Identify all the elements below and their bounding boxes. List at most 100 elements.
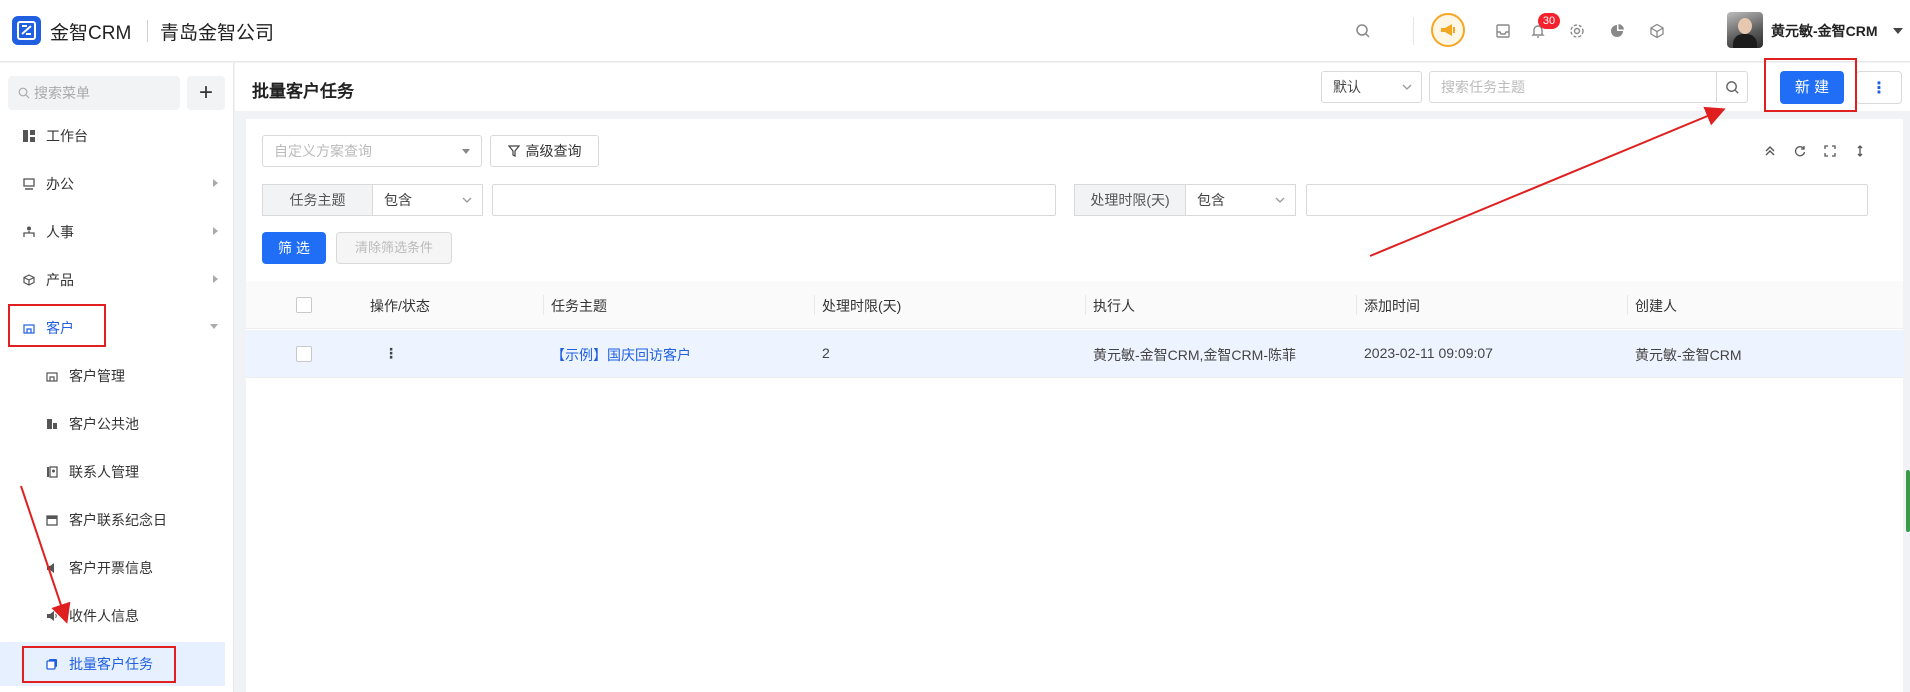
table-row[interactable]: ⋮ 【示例】国庆回访客户 2 黄元敏-金智CRM,金智CRM-陈菲 2023-0… <box>246 330 1903 378</box>
calendar-icon <box>45 513 59 527</box>
chevron-down-icon <box>1402 84 1412 90</box>
top-bar: 金智CRM 青岛金智公司 30 黄元敏-金智CRM <box>0 0 1910 62</box>
row-height-icon[interactable] <box>1852 143 1868 159</box>
task-search-input[interactable]: 搜索任务主题 <box>1429 71 1717 103</box>
sidebar-subitem-contacts[interactable]: 联系人管理 <box>0 450 225 494</box>
filter-icon <box>507 145 520 157</box>
column-divider <box>814 295 815 315</box>
sidebar-item-label: 客户管理 <box>69 368 125 384</box>
table-header: 操作/状态 任务主题 处理时限(天) 执行人 添加时间 创建人 <box>246 281 1903 329</box>
added-time-cell: 2023-02-11 09:09:07 <box>1364 345 1493 361</box>
sidebar-item-hr[interactable]: 人事 <box>0 210 225 254</box>
invoice-icon <box>45 561 59 575</box>
speaker-icon <box>45 609 59 623</box>
chevron-down-icon[interactable] <box>1892 24 1904 40</box>
avatar[interactable] <box>1727 12 1763 48</box>
column-divider <box>1356 295 1357 315</box>
advanced-query-button[interactable]: 高级查询 <box>490 135 599 167</box>
chevron-down-icon <box>462 197 472 203</box>
search-button[interactable] <box>1716 71 1748 103</box>
column-header[interactable]: 创建人 <box>1635 296 1677 316</box>
megaphone-icon[interactable] <box>1431 13 1465 47</box>
filter-button[interactable]: 筛 选 <box>262 232 326 264</box>
filter-op-deadline[interactable]: 包含 <box>1185 184 1296 216</box>
chevron-right-icon <box>213 179 218 187</box>
task-stack-icon <box>45 657 59 671</box>
sidebar-item-workbench[interactable]: 工作台 <box>0 114 225 158</box>
view-select[interactable]: 默认 <box>1321 71 1422 103</box>
pie-chart-icon[interactable] <box>1606 20 1628 42</box>
column-header[interactable]: 执行人 <box>1093 296 1135 316</box>
refresh-icon[interactable] <box>1792 143 1808 159</box>
column-divider <box>1085 295 1086 315</box>
filter-op-value: 包含 <box>1197 192 1225 208</box>
chevron-down-icon <box>1275 197 1285 203</box>
filter-field-subject: 任务主题 <box>262 184 373 216</box>
notification-badge: 30 <box>1538 13 1560 29</box>
username[interactable]: 黄元敏-金智CRM <box>1771 21 1878 41</box>
column-divider <box>1627 295 1628 315</box>
column-header[interactable]: 任务主题 <box>551 296 607 316</box>
cube-icon <box>22 273 36 287</box>
view-select-value: 默认 <box>1333 79 1361 95</box>
cube-icon[interactable] <box>1646 20 1668 42</box>
sidebar: 搜索菜单 + 工作台 办公 人事 产品 客户 客户管理 客户公共池 联系人管理 <box>0 63 234 692</box>
fullscreen-icon[interactable] <box>1822 143 1838 159</box>
page-title: 批量客户任务 <box>252 82 354 101</box>
sidebar-subitem-invoice[interactable]: 客户开票信息 <box>0 546 225 590</box>
main-panel: 自定义方案查询 高级查询 任务主题 包含 处理时限(天) 包含 筛 选 清除筛选… <box>246 119 1903 692</box>
filter-op-subject[interactable]: 包含 <box>372 184 483 216</box>
brand-divider <box>147 20 148 42</box>
contact-card-icon <box>45 465 59 479</box>
side-scroll-handle[interactable] <box>1906 470 1910 532</box>
new-button[interactable]: 新 建 <box>1780 71 1844 104</box>
select-all-checkbox[interactable] <box>296 297 312 313</box>
filter-field-deadline: 处理时限(天) <box>1074 184 1186 216</box>
column-divider <box>543 295 544 315</box>
add-menu-button[interactable]: + <box>187 76 225 110</box>
pool-icon <box>45 417 59 431</box>
menu-search-input[interactable]: 搜索菜单 <box>8 76 180 110</box>
gear-icon[interactable] <box>1566 20 1588 42</box>
more-options-button[interactable]: ⋮ <box>1856 71 1902 104</box>
collapse-up-icon[interactable] <box>1762 143 1778 159</box>
deadline-cell: 2 <box>822 345 830 361</box>
chevron-right-icon <box>213 227 218 235</box>
sidebar-item-label: 联系人管理 <box>69 464 139 480</box>
sidebar-item-label: 产品 <box>46 272 74 288</box>
inbox-icon[interactable] <box>1492 20 1514 42</box>
content-header: 批量客户任务 默认 搜索任务主题 新 建 ⋮ <box>235 63 1910 111</box>
toolbar-divider <box>1413 17 1414 45</box>
advanced-query-label: 高级查询 <box>525 143 582 159</box>
menu-search-placeholder: 搜索菜单 <box>34 85 90 101</box>
org-icon <box>22 225 36 239</box>
filter-input-subject[interactable] <box>492 184 1056 216</box>
sidebar-subitem-public-pool[interactable]: 客户公共池 <box>0 402 225 446</box>
filter-input-deadline[interactable] <box>1306 184 1868 216</box>
task-search-placeholder: 搜索任务主题 <box>1441 79 1525 95</box>
clear-filter-button[interactable]: 清除筛选条件 <box>336 232 452 264</box>
dashboard-icon <box>22 129 36 143</box>
task-subject-link[interactable]: 【示例】国庆回访客户 <box>551 345 691 365</box>
monitor-icon <box>22 177 36 191</box>
column-header[interactable]: 添加时间 <box>1364 296 1420 316</box>
column-header[interactable]: 操作/状态 <box>370 296 430 316</box>
row-action-menu[interactable]: ⋮ <box>384 345 398 362</box>
search-icon[interactable] <box>1352 20 1374 42</box>
sidebar-subitem-anniversary[interactable]: 客户联系纪念日 <box>0 498 225 542</box>
search-icon <box>1725 80 1739 94</box>
logo-icon[interactable] <box>12 16 41 45</box>
column-header[interactable]: 处理时限(天) <box>822 296 901 316</box>
sidebar-item-customer[interactable]: 客户 <box>0 306 225 350</box>
row-checkbox[interactable] <box>296 346 312 362</box>
brand-name: 金智CRM <box>50 23 132 44</box>
sidebar-item-office[interactable]: 办公 <box>0 162 225 206</box>
scheme-select[interactable]: 自定义方案查询 <box>262 135 482 167</box>
sidebar-item-label: 批量客户任务 <box>69 656 153 672</box>
chevron-right-icon <box>213 275 218 283</box>
sidebar-item-product[interactable]: 产品 <box>0 258 225 302</box>
building-icon <box>22 321 36 335</box>
sidebar-subitem-batch-task[interactable]: 批量客户任务 <box>0 642 225 686</box>
sidebar-subitem-customer-manage[interactable]: 客户管理 <box>0 354 225 398</box>
sidebar-subitem-recipient[interactable]: 收件人信息 <box>0 594 225 638</box>
